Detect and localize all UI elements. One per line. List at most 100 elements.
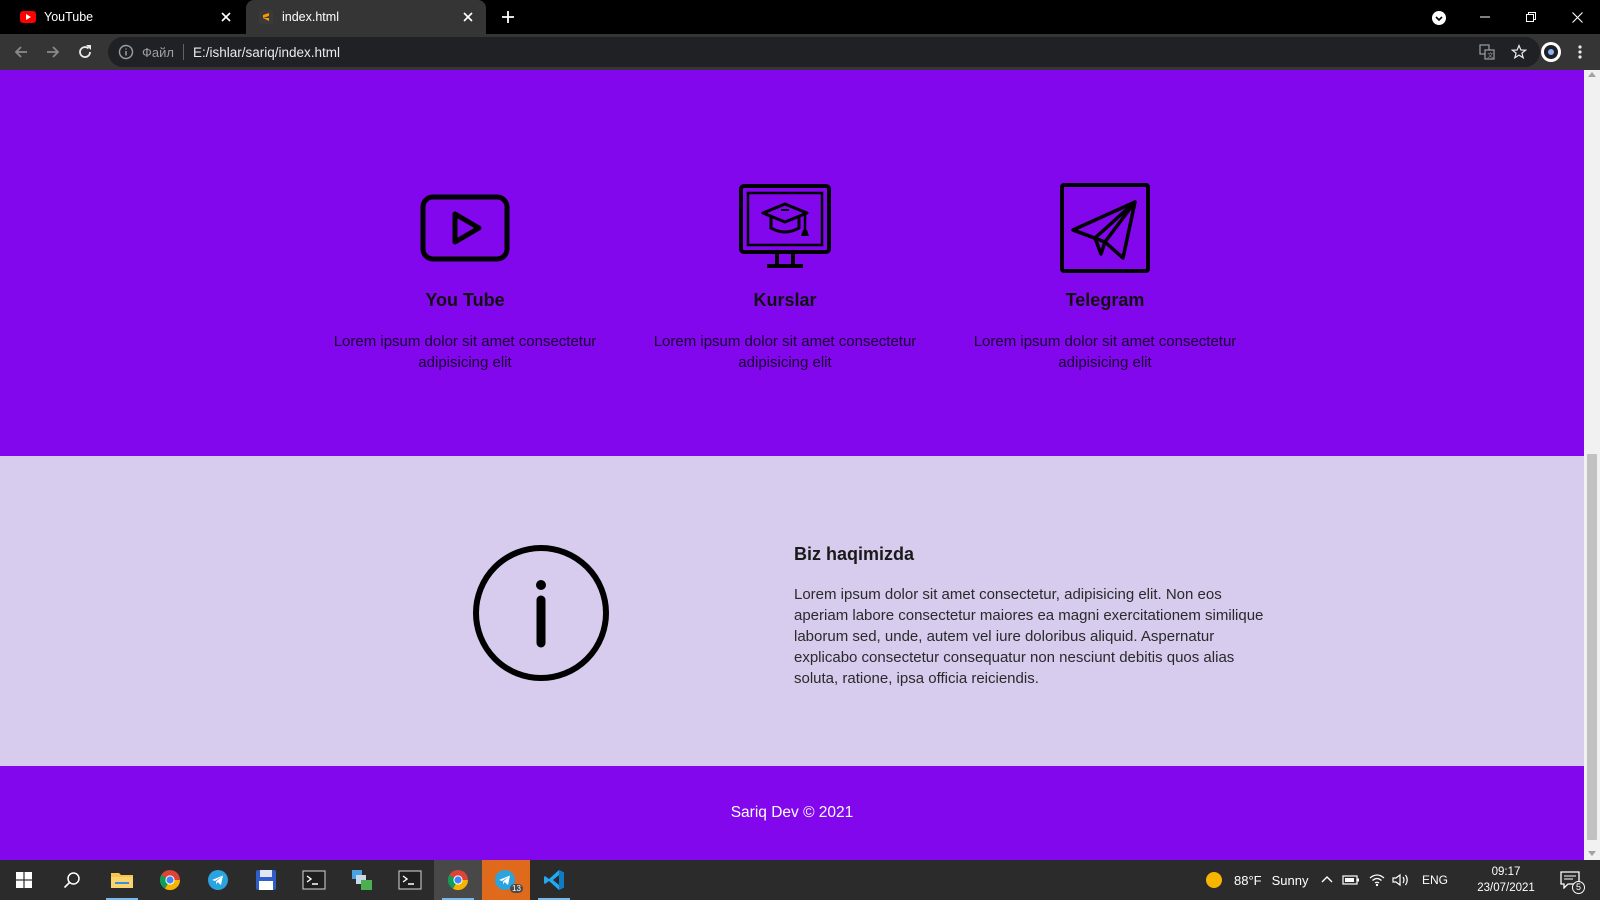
arrow-left-icon	[14, 46, 27, 58]
sun-icon	[1206, 872, 1222, 888]
windows-logo-icon	[16, 872, 32, 888]
about-title: Biz haqimizda	[794, 544, 915, 564]
service-card-youtube: You Tube Lorem ipsum dolor sit amet cons…	[320, 180, 610, 373]
floppy-disk-icon	[256, 870, 276, 890]
scroll-up-icon[interactable]	[1588, 72, 1596, 77]
sublime-icon	[258, 9, 274, 25]
search-button[interactable]	[48, 860, 96, 900]
info-circle-icon	[473, 545, 609, 681]
youtube-play-icon	[420, 194, 510, 262]
start-button[interactable]	[0, 860, 48, 900]
reload-icon	[79, 45, 91, 58]
weather-condition: Sunny	[1271, 872, 1309, 888]
close-icon	[1571, 11, 1583, 23]
scroll-down-icon[interactable]	[1588, 851, 1596, 856]
arrow-right-icon	[47, 46, 60, 58]
page-footer: Sariq Dev © 2021	[0, 766, 1584, 860]
menu-button[interactable]	[1568, 40, 1592, 64]
service-title: You Tube	[425, 290, 505, 310]
profile-button[interactable]	[1538, 39, 1564, 65]
tab-index-html[interactable]: index.html	[246, 0, 486, 34]
tab-title: index.html	[282, 10, 339, 24]
weather-temp: 88°F	[1234, 872, 1262, 888]
taskbar-chrome-active[interactable]	[434, 860, 482, 900]
youtube-icon	[20, 9, 36, 25]
back-button[interactable]	[9, 40, 33, 64]
scheme-label: Файл	[142, 44, 174, 60]
browser-tab-strip: YouTube index.html	[0, 0, 1600, 34]
telegram-icon	[208, 870, 228, 890]
terminal-icon	[302, 870, 326, 890]
close-icon[interactable]	[218, 9, 234, 25]
chrome-icon	[159, 870, 181, 891]
clock-date: 23/07/2021	[1477, 882, 1535, 894]
volume-icon[interactable]	[1392, 873, 1410, 887]
page-viewport: You Tube Lorem ipsum dolor sit amet cons…	[0, 70, 1584, 860]
service-text: Lorem ipsum dolor sit amet consectetur a…	[653, 333, 917, 371]
monitor-graduation-cap-icon	[739, 184, 831, 268]
taskbar-terminal[interactable]	[290, 860, 338, 900]
services-section: You Tube Lorem ipsum dolor sit amet cons…	[0, 70, 1584, 456]
service-card-kurslar: Kurslar Lorem ipsum dolor sit amet conse…	[640, 180, 930, 373]
telegram-plane-icon	[1060, 183, 1150, 273]
taskbar-file-explorer[interactable]	[98, 860, 146, 900]
close-icon[interactable]	[460, 9, 476, 25]
about-section: Biz haqimizda Lorem ipsum dolor sit amet…	[0, 456, 1584, 766]
weather-widget[interactable]: 88°F Sunny	[1204, 860, 1308, 900]
forward-button[interactable]	[41, 40, 65, 64]
notification-center-button[interactable]: 5	[1548, 860, 1592, 900]
tab-youtube[interactable]: YouTube	[8, 0, 244, 34]
close-window-button[interactable]	[1554, 0, 1600, 34]
svg-text:文: 文	[1487, 52, 1493, 60]
restore-button[interactable]	[1508, 0, 1554, 34]
service-card-telegram: Telegram Lorem ipsum dolor sit amet cons…	[960, 180, 1250, 373]
clock-time: 09:17	[1491, 866, 1521, 878]
vscode-icon	[544, 870, 564, 890]
service-title: Kurslar	[753, 290, 817, 310]
page-scrollbar[interactable]	[1584, 70, 1600, 860]
windows-taskbar: 13 88°F Sunny ENG 09:17 23/07/2021 5	[0, 860, 1600, 900]
plus-icon	[502, 11, 514, 23]
chevron-up-icon[interactable]	[1320, 873, 1334, 887]
about-text: Lorem ipsum dolor sit amet consectetur, …	[794, 586, 1264, 687]
divider	[182, 44, 184, 60]
avatar	[1541, 42, 1561, 62]
new-tab-button[interactable]	[496, 6, 520, 28]
star-icon	[1511, 44, 1527, 60]
service-title: Telegram	[1065, 290, 1145, 310]
kebab-menu-icon	[1578, 45, 1582, 59]
taskbar-save-app[interactable]	[242, 860, 290, 900]
chevron-down-circle-icon	[1432, 11, 1446, 25]
tab-search-button[interactable]	[1428, 7, 1450, 29]
search-icon	[63, 872, 80, 889]
service-text: Lorem ipsum dolor sit amet consectetur a…	[333, 333, 597, 371]
taskbar-terminal-2[interactable]	[386, 860, 434, 900]
bookmark-button[interactable]	[1508, 41, 1530, 63]
url-text[interactable]: E:/ishlar/sariq/index.html	[193, 45, 1476, 60]
info-icon[interactable]	[118, 44, 134, 60]
telegram-badge: 13	[510, 884, 523, 893]
address-bar[interactable]: Файл E:/ishlar/sariq/index.html 文	[108, 37, 1540, 67]
service-text: Lorem ipsum dolor sit amet consectetur a…	[973, 333, 1237, 371]
app-windows-icon	[352, 870, 372, 890]
taskbar-telegram[interactable]	[194, 860, 242, 900]
reload-button[interactable]	[73, 40, 97, 64]
taskbar-clock[interactable]: 09:17 23/07/2021	[1470, 864, 1542, 896]
system-tray: ENG	[1320, 860, 1448, 900]
restore-icon	[1526, 12, 1536, 22]
minimize-button[interactable]	[1462, 0, 1508, 34]
taskbar-vscode[interactable]	[530, 860, 578, 900]
taskbar-app-windows[interactable]	[338, 860, 386, 900]
taskbar-chrome[interactable]	[146, 860, 194, 900]
tab-title: YouTube	[44, 10, 94, 24]
scrollbar-thumb[interactable]	[1587, 454, 1597, 840]
footer-copyright: Sariq Dev © 2021	[730, 804, 854, 821]
translate-button[interactable]: 文	[1476, 41, 1498, 63]
notification-count: 5	[1572, 881, 1585, 894]
folder-icon	[111, 873, 133, 888]
taskbar-telegram-notify[interactable]: 13	[482, 860, 530, 900]
battery-icon[interactable]	[1342, 873, 1360, 887]
wifi-icon[interactable]	[1368, 873, 1386, 887]
language-indicator[interactable]: ENG	[1422, 873, 1448, 887]
chrome-icon	[447, 870, 469, 891]
